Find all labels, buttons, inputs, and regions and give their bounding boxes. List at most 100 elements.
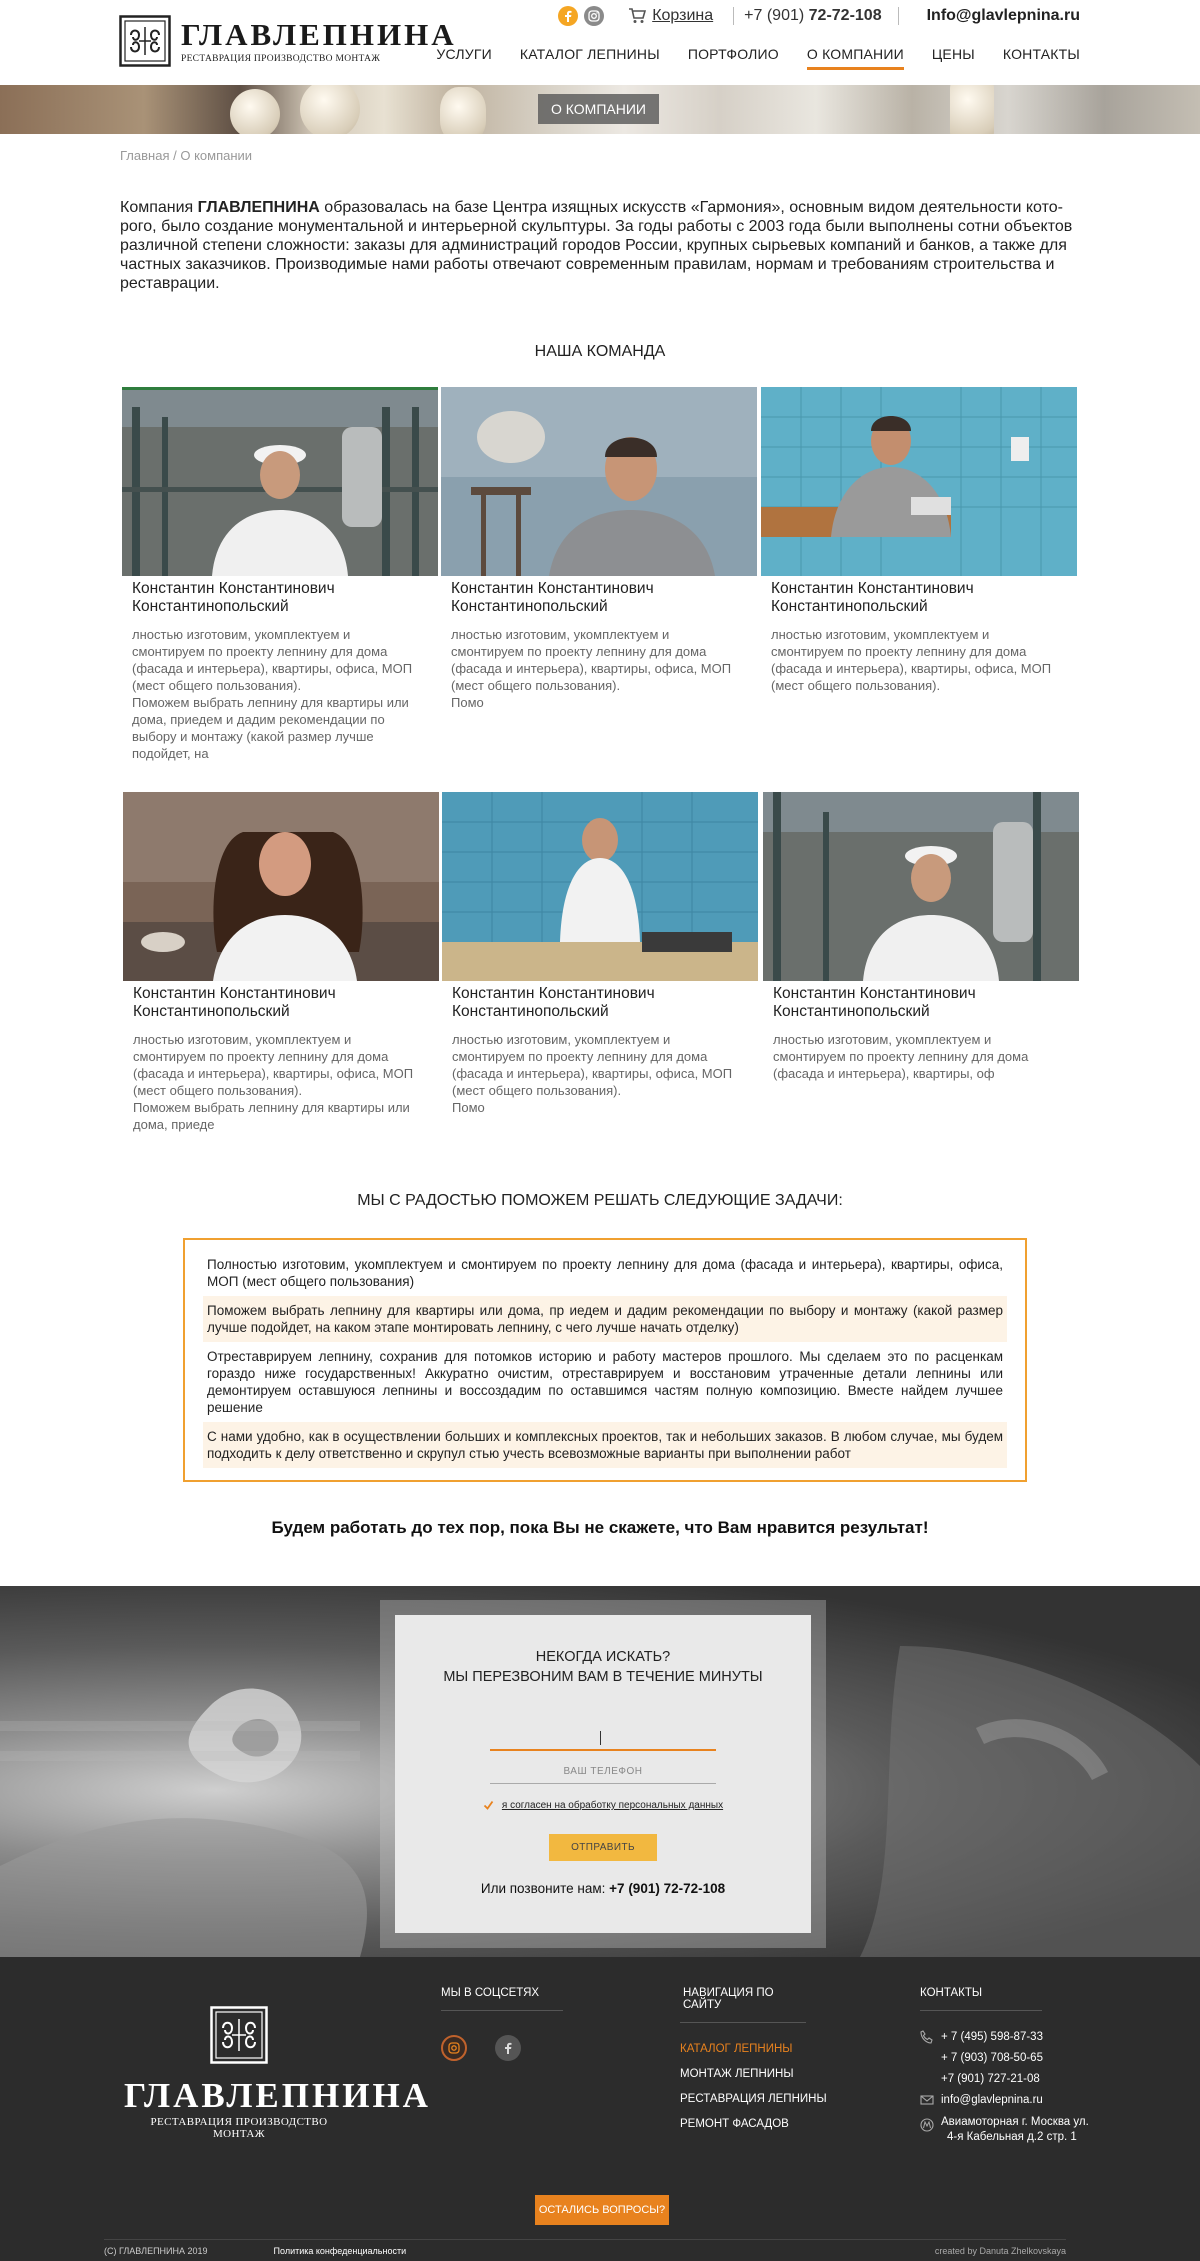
intro-prefix: Компания [120, 199, 198, 216]
footer-link-facades[interactable]: РЕМОНТ ФАСАДОВ [680, 2112, 827, 2137]
privacy-policy-link[interactable]: Политика конфеденциальности [274, 2246, 407, 2256]
contact-phone[interactable]: +7 (901) 727-21-08 [920, 2069, 1089, 2090]
banner-decoration [230, 89, 280, 134]
breadcrumb-home[interactable]: Главная [120, 148, 169, 163]
callback-title-line: МЫ ПЕРЕЗВОНИМ ВАМ В ТЕЧЕНИЕ МИНУТЫ [443, 1669, 763, 1685]
instagram-icon[interactable] [441, 2035, 467, 2061]
footer-social: МЫ В СОЦСЕТЯХ [441, 1987, 563, 2061]
cart-link[interactable]: Корзина [628, 7, 713, 25]
footer-link-restoration[interactable]: РЕСТАВРАЦИЯ ЛЕПНИНЫ [680, 2087, 827, 2112]
logo-ornament-icon [119, 15, 171, 67]
checkmark-icon [483, 1800, 494, 1810]
callback-title: НЕКОГДА ИСКАТЬ? МЫ ПЕРЕЗВОНИМ ВАМ В ТЕЧЕ… [395, 1647, 811, 1687]
footer-contacts: КОНТАКТЫ + 7 (495) 598-87-33 + 7 (903) 7… [920, 1987, 1089, 2145]
banner-title: О КОМПАНИИ [538, 94, 659, 124]
footer-bottom-bar: (C) ГЛАВЛЕПНИНА 2019 Политика конфеденци… [104, 2239, 1066, 2256]
member-photo [122, 387, 438, 576]
header-email[interactable]: Info@glavlepnina.ru [927, 7, 1080, 25]
task-item: С нами удобно, как в осуществлении больш… [203, 1422, 1007, 1468]
call-phone[interactable]: +7 (901) 72-72-108 [609, 1881, 725, 1896]
task-item: Отреставрируем лепнину, сохранив для пот… [207, 1349, 1003, 1415]
cart-label: Корзина [652, 7, 714, 24]
team-row: Константин Константинович Константинопол… [120, 387, 1080, 775]
callback-title-line: НЕКОГДА ИСКАТЬ? [535, 1649, 671, 1665]
contact-address: Авиамоторная г. Москва ул. 4-я Кабельная … [920, 2115, 1089, 2145]
phone-icon [920, 2030, 933, 2044]
site-footer: ГЛАВЛЕПНИНА РЕСТАВРАЦИЯ ПРОИЗВОДСТВО МОН… [0, 1957, 1200, 2261]
phone-prefix: +7 (901) [744, 7, 805, 24]
copyright: (C) ГЛАВЛЕПНИНА 2019 [104, 2246, 208, 2256]
footer-contacts-list: + 7 (495) 598-87-33 + 7 (903) 708-50-65 … [920, 2027, 1089, 2145]
member-description: лностью изготовим, укомплектуем и смонти… [133, 1032, 414, 1132]
contact-phone[interactable]: + 7 (903) 708-50-65 [920, 2048, 1089, 2069]
logo-tagline: РЕСТАВРАЦИЯ ПРОИЗВОДСТВО МОНТАЖ [181, 53, 381, 64]
footer-nav-links: КАТАЛОГ ЛЕПНИНЫ МОНТАЖ ЛЕПНИНЫ РЕСТАВРАЦ… [680, 2037, 827, 2137]
contact-email[interactable]: info@glavlepnina.ru [920, 2090, 1089, 2111]
member-description: лностью изготовим, укомплектуем и смонти… [132, 627, 413, 761]
footer-logo-name: ГЛАВЛЕПНИНА [124, 2076, 431, 2115]
footer-logo-tagline: РЕСТАВРАЦИЯ ПРОИЗВОДСТВО МОНТАЖ [150, 2116, 328, 2140]
footer-contacts-title: КОНТАКТЫ [920, 1987, 1042, 2011]
team-title: НАША КОМАНДА [534, 343, 666, 360]
footer-link-installation[interactable]: МОНТАЖ ЛЕПНИНЫ [680, 2062, 827, 2087]
facebook-icon[interactable] [495, 2035, 521, 2061]
contact-phone-number: + 7 (903) 708-50-65 [941, 2052, 1043, 2064]
header-phone[interactable]: +7 (901) 72-72-108 [744, 7, 881, 25]
team-grid: Константин Константинович Константинопол… [120, 387, 1080, 1180]
facebook-icon[interactable] [558, 6, 579, 26]
breadcrumb-separator: / [173, 148, 177, 163]
questions-button[interactable]: ОСТАЛИСЬ ВОПРОСЫ? [535, 2195, 669, 2225]
submit-button[interactable]: ОТПРАВИТЬ [549, 1834, 657, 1861]
header-contact-bar: Корзина +7 (901) 72-72-108 Info@glavlepn… [558, 5, 1080, 27]
footer-social-icons [441, 2035, 563, 2061]
breadcrumb: Главная / О компании [120, 148, 252, 163]
contact-email-address: info@glavlepnina.ru [941, 2094, 1043, 2106]
nav-item-portfolio[interactable]: ПОРТФОЛИО [674, 46, 793, 66]
member-photo [441, 387, 757, 576]
nav-item-prices[interactable]: ЦЕНЫ [918, 46, 989, 66]
banner-decoration [440, 87, 486, 134]
consent-label: я согласен на обработку персональных дан… [501, 1800, 724, 1811]
logo-ornament-icon [210, 2006, 268, 2064]
callback-form: НЕКОГДА ИСКАТЬ? МЫ ПЕРЕЗВОНИМ ВАМ В ТЕЧЕ… [395, 1615, 811, 1933]
nav-item-about[interactable]: О КОМПАНИИ [793, 46, 918, 70]
divider [897, 7, 899, 25]
phone-number: 72-72-108 [808, 7, 882, 24]
company-intro: Компания ГЛАВЛЕПНИНА образовалась на баз… [120, 198, 1080, 293]
breadcrumb-current: О компании [180, 148, 253, 163]
address-line: 4-я Кабельная д.2 стр. 1 [947, 2131, 1077, 2143]
name-input[interactable] [490, 1725, 716, 1751]
member-description: лностью изготовим, укомплектуем и смонти… [452, 1032, 733, 1115]
nav-item-services[interactable]: УСЛУГИ [422, 46, 505, 66]
nav-item-contacts[interactable]: КОНТАКТЫ [989, 46, 1080, 66]
team-row: Константин Константинович Константинопол… [120, 792, 1080, 1180]
team-member-card: Константин Константинович Константинопол… [123, 792, 439, 1133]
callback-section: НЕКОГДА ИСКАТЬ? МЫ ПЕРЕЗВОНИМ ВАМ В ТЕЧЕ… [0, 1586, 1200, 1957]
address-line: Авиамоторная г. Москва ул. [941, 2116, 1089, 2128]
phone-input[interactable]: ВАШ ТЕЛЕФОН [490, 1762, 716, 1784]
footer-logo[interactable]: ГЛАВЛЕПНИНА РЕСТАВРАЦИЯ ПРОИЗВОДСТВО МОН… [124, 2006, 431, 2140]
member-name: Константин Константинович Константинопол… [451, 580, 654, 615]
member-name: Константин Константинович Константинопол… [773, 985, 976, 1020]
metro-icon [920, 2118, 934, 2132]
footer-link-catalog[interactable]: КАТАЛОГ ЛЕПНИНЫ [680, 2037, 827, 2062]
member-description: лностью изготовим, укомплектуем и смонти… [451, 627, 732, 710]
member-description: лностью изготовим, укомплектуем и смонти… [773, 1032, 1029, 1081]
site-logo[interactable]: ГЛАВЛЕПНИНА РЕСТАВРАЦИЯ ПРОИЗВОДСТВО МОН… [119, 13, 457, 69]
member-name: Константин Константинович Константинопол… [132, 580, 335, 615]
instagram-icon[interactable] [584, 6, 605, 26]
team-member-card: Константин Константинович Константинопол… [441, 387, 757, 711]
logo-name: ГЛАВЛЕПНИНА [181, 16, 457, 52]
footer-navigation: НАВИГАЦИЯ ПО САЙТУ КАТАЛОГ ЛЕПНИНЫ МОНТА… [680, 1987, 827, 2137]
banner-decoration [300, 85, 360, 134]
member-photo [123, 792, 439, 981]
team-member-card: Константин Константинович Константинопол… [763, 792, 1079, 1082]
contact-phone-number: + 7 (495) 598-87-33 [941, 2031, 1043, 2043]
member-photo [761, 387, 1077, 576]
main-nav: УСЛУГИ КАТАЛОГ ЛЕПНИНЫ ПОРТФОЛИО О КОМПА… [422, 46, 1080, 70]
task-item: Полностью изготовим, укомплектуем и смон… [207, 1257, 1003, 1289]
contact-phone[interactable]: + 7 (495) 598-87-33 [920, 2027, 1089, 2048]
contact-phone-number: +7 (901) 727-21-08 [941, 2073, 1040, 2085]
consent-checkbox[interactable]: я согласен на обработку персональных дан… [395, 1800, 811, 1811]
nav-item-catalog[interactable]: КАТАЛОГ ЛЕПНИНЫ [506, 46, 674, 66]
